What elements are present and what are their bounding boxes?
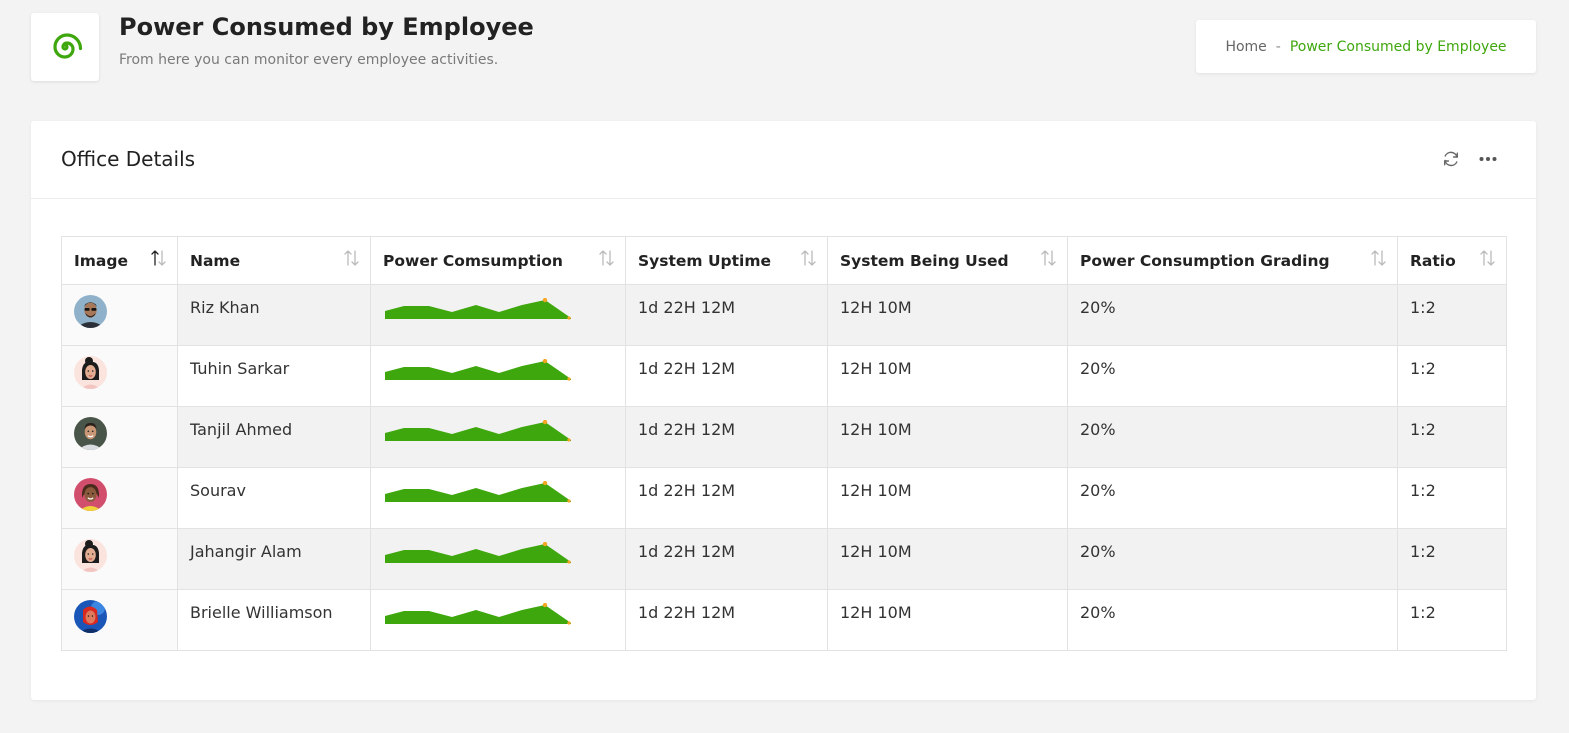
table-header-row: Image Name Power Comsumption System Upti… (61, 236, 1507, 285)
avatar[interactable] (74, 356, 107, 389)
sort-icon[interactable] (799, 249, 817, 271)
sort-icon[interactable] (1039, 249, 1057, 271)
name-cell: Jahangir Alam (177, 528, 371, 590)
avatar[interactable] (74, 417, 107, 450)
grading-cell: 20% (1067, 528, 1398, 590)
uptime-cell: 1d 22H 12M (625, 345, 828, 407)
power-sparkline (385, 481, 571, 503)
power-sparkline (385, 603, 571, 625)
uptime-cell: 1d 22H 12M (625, 406, 828, 468)
system-used-cell: 12H 10M (827, 345, 1068, 407)
refresh-icon (1444, 151, 1458, 167)
column-header-system-uptime[interactable]: System Uptime (625, 236, 828, 285)
power-sparkline (385, 359, 571, 381)
name-cell: Tuhin Sarkar (177, 345, 371, 407)
name-cell: Tanjil Ahmed (177, 406, 371, 468)
power-sparkline-cell (370, 345, 626, 407)
sort-icon[interactable] (1478, 249, 1496, 271)
table-row[interactable]: Sourav 1d 22H 12M 12H 10M 20% 1:2 (61, 467, 1507, 529)
table-row[interactable]: Tuhin Sarkar 1d 22H 12M 12H 10M 20% 1:2 (61, 345, 1507, 407)
ratio-cell: 1:2 (1397, 406, 1507, 468)
column-header-system-being-used[interactable]: System Being Used (827, 236, 1068, 285)
image-cell (61, 467, 178, 529)
column-header-power-consumption-grading[interactable]: Power Consumption Grading (1067, 236, 1398, 285)
breadcrumb: Home - Power Consumed by Employee (1196, 20, 1536, 73)
power-sparkline-cell (370, 589, 626, 651)
table-row[interactable]: Brielle Williamson 1d 22H 12M 12H 10M 20… (61, 589, 1507, 651)
sort-icon[interactable] (1369, 249, 1387, 271)
system-used-cell: 12H 10M (827, 284, 1068, 346)
office-details-card: Office Details Image Name Power Comsumpt… (31, 121, 1536, 700)
uptime-cell: 1d 22H 12M (625, 284, 828, 346)
more-icon (1479, 157, 1497, 161)
grading-cell: 20% (1067, 589, 1398, 651)
power-sparkline-cell (370, 284, 626, 346)
system-used-cell: 12H 10M (827, 406, 1068, 468)
table-row[interactable]: Riz Khan 1d 22H 12M 12H 10M 20% 1:2 (61, 284, 1507, 346)
card-title: Office Details (61, 147, 196, 171)
name-cell: Sourav (177, 467, 371, 529)
grading-cell: 20% (1067, 345, 1398, 407)
ratio-cell: 1:2 (1397, 284, 1507, 346)
avatar[interactable] (74, 478, 107, 511)
avatar[interactable] (74, 600, 107, 633)
column-header-ratio[interactable]: Ratio (1397, 236, 1507, 285)
image-cell (61, 284, 178, 346)
name-cell: Brielle Williamson (177, 589, 371, 651)
card-header: Office Details (31, 121, 1536, 199)
ratio-cell: 1:2 (1397, 345, 1507, 407)
system-used-cell: 12H 10M (827, 467, 1068, 529)
power-sparkline-cell (370, 528, 626, 590)
sort-icon[interactable] (342, 249, 360, 271)
more-options-button[interactable] (1476, 147, 1500, 171)
employee-power-table: Image Name Power Comsumption System Upti… (61, 236, 1507, 651)
grading-cell: 20% (1067, 284, 1398, 346)
image-cell (61, 589, 178, 651)
grading-cell: 20% (1067, 406, 1398, 468)
ratio-cell: 1:2 (1397, 528, 1507, 590)
ratio-cell: 1:2 (1397, 589, 1507, 651)
system-used-cell: 12H 10M (827, 589, 1068, 651)
spiral-logo-icon (53, 33, 83, 59)
table-row[interactable]: Jahangir Alam 1d 22H 12M 12H 10M 20% 1:2 (61, 528, 1507, 590)
power-sparkline (385, 298, 571, 320)
breadcrumb-current: Power Consumed by Employee (1289, 38, 1507, 55)
breadcrumb-separator: - (1275, 38, 1281, 55)
image-cell (61, 345, 178, 407)
breadcrumb-home-link[interactable]: Home (1225, 39, 1266, 55)
image-cell (61, 528, 178, 590)
power-sparkline-cell (370, 467, 626, 529)
power-sparkline (385, 542, 571, 564)
app-logo[interactable] (31, 13, 99, 81)
ratio-cell: 1:2 (1397, 467, 1507, 529)
refresh-button[interactable] (1439, 147, 1463, 171)
uptime-cell: 1d 22H 12M (625, 528, 828, 590)
avatar[interactable] (74, 539, 107, 572)
sort-asc-icon[interactable] (149, 249, 167, 271)
table-row[interactable]: Tanjil Ahmed 1d 22H 12M 12H 10M 20% 1:2 (61, 406, 1507, 468)
page-title: Power Consumed by Employee (119, 13, 534, 41)
column-header-power-consumption[interactable]: Power Comsumption (370, 236, 626, 285)
page-subtitle: From here you can monitor every employee… (119, 52, 499, 68)
system-used-cell: 12H 10M (827, 528, 1068, 590)
power-sparkline (385, 420, 571, 442)
uptime-cell: 1d 22H 12M (625, 589, 828, 651)
sort-icon[interactable] (597, 249, 615, 271)
grading-cell: 20% (1067, 467, 1398, 529)
column-header-image[interactable]: Image (61, 236, 178, 285)
column-header-name[interactable]: Name (177, 236, 371, 285)
power-sparkline-cell (370, 406, 626, 468)
image-cell (61, 406, 178, 468)
avatar[interactable] (74, 295, 107, 328)
name-cell: Riz Khan (177, 284, 371, 346)
uptime-cell: 1d 22H 12M (625, 467, 828, 529)
